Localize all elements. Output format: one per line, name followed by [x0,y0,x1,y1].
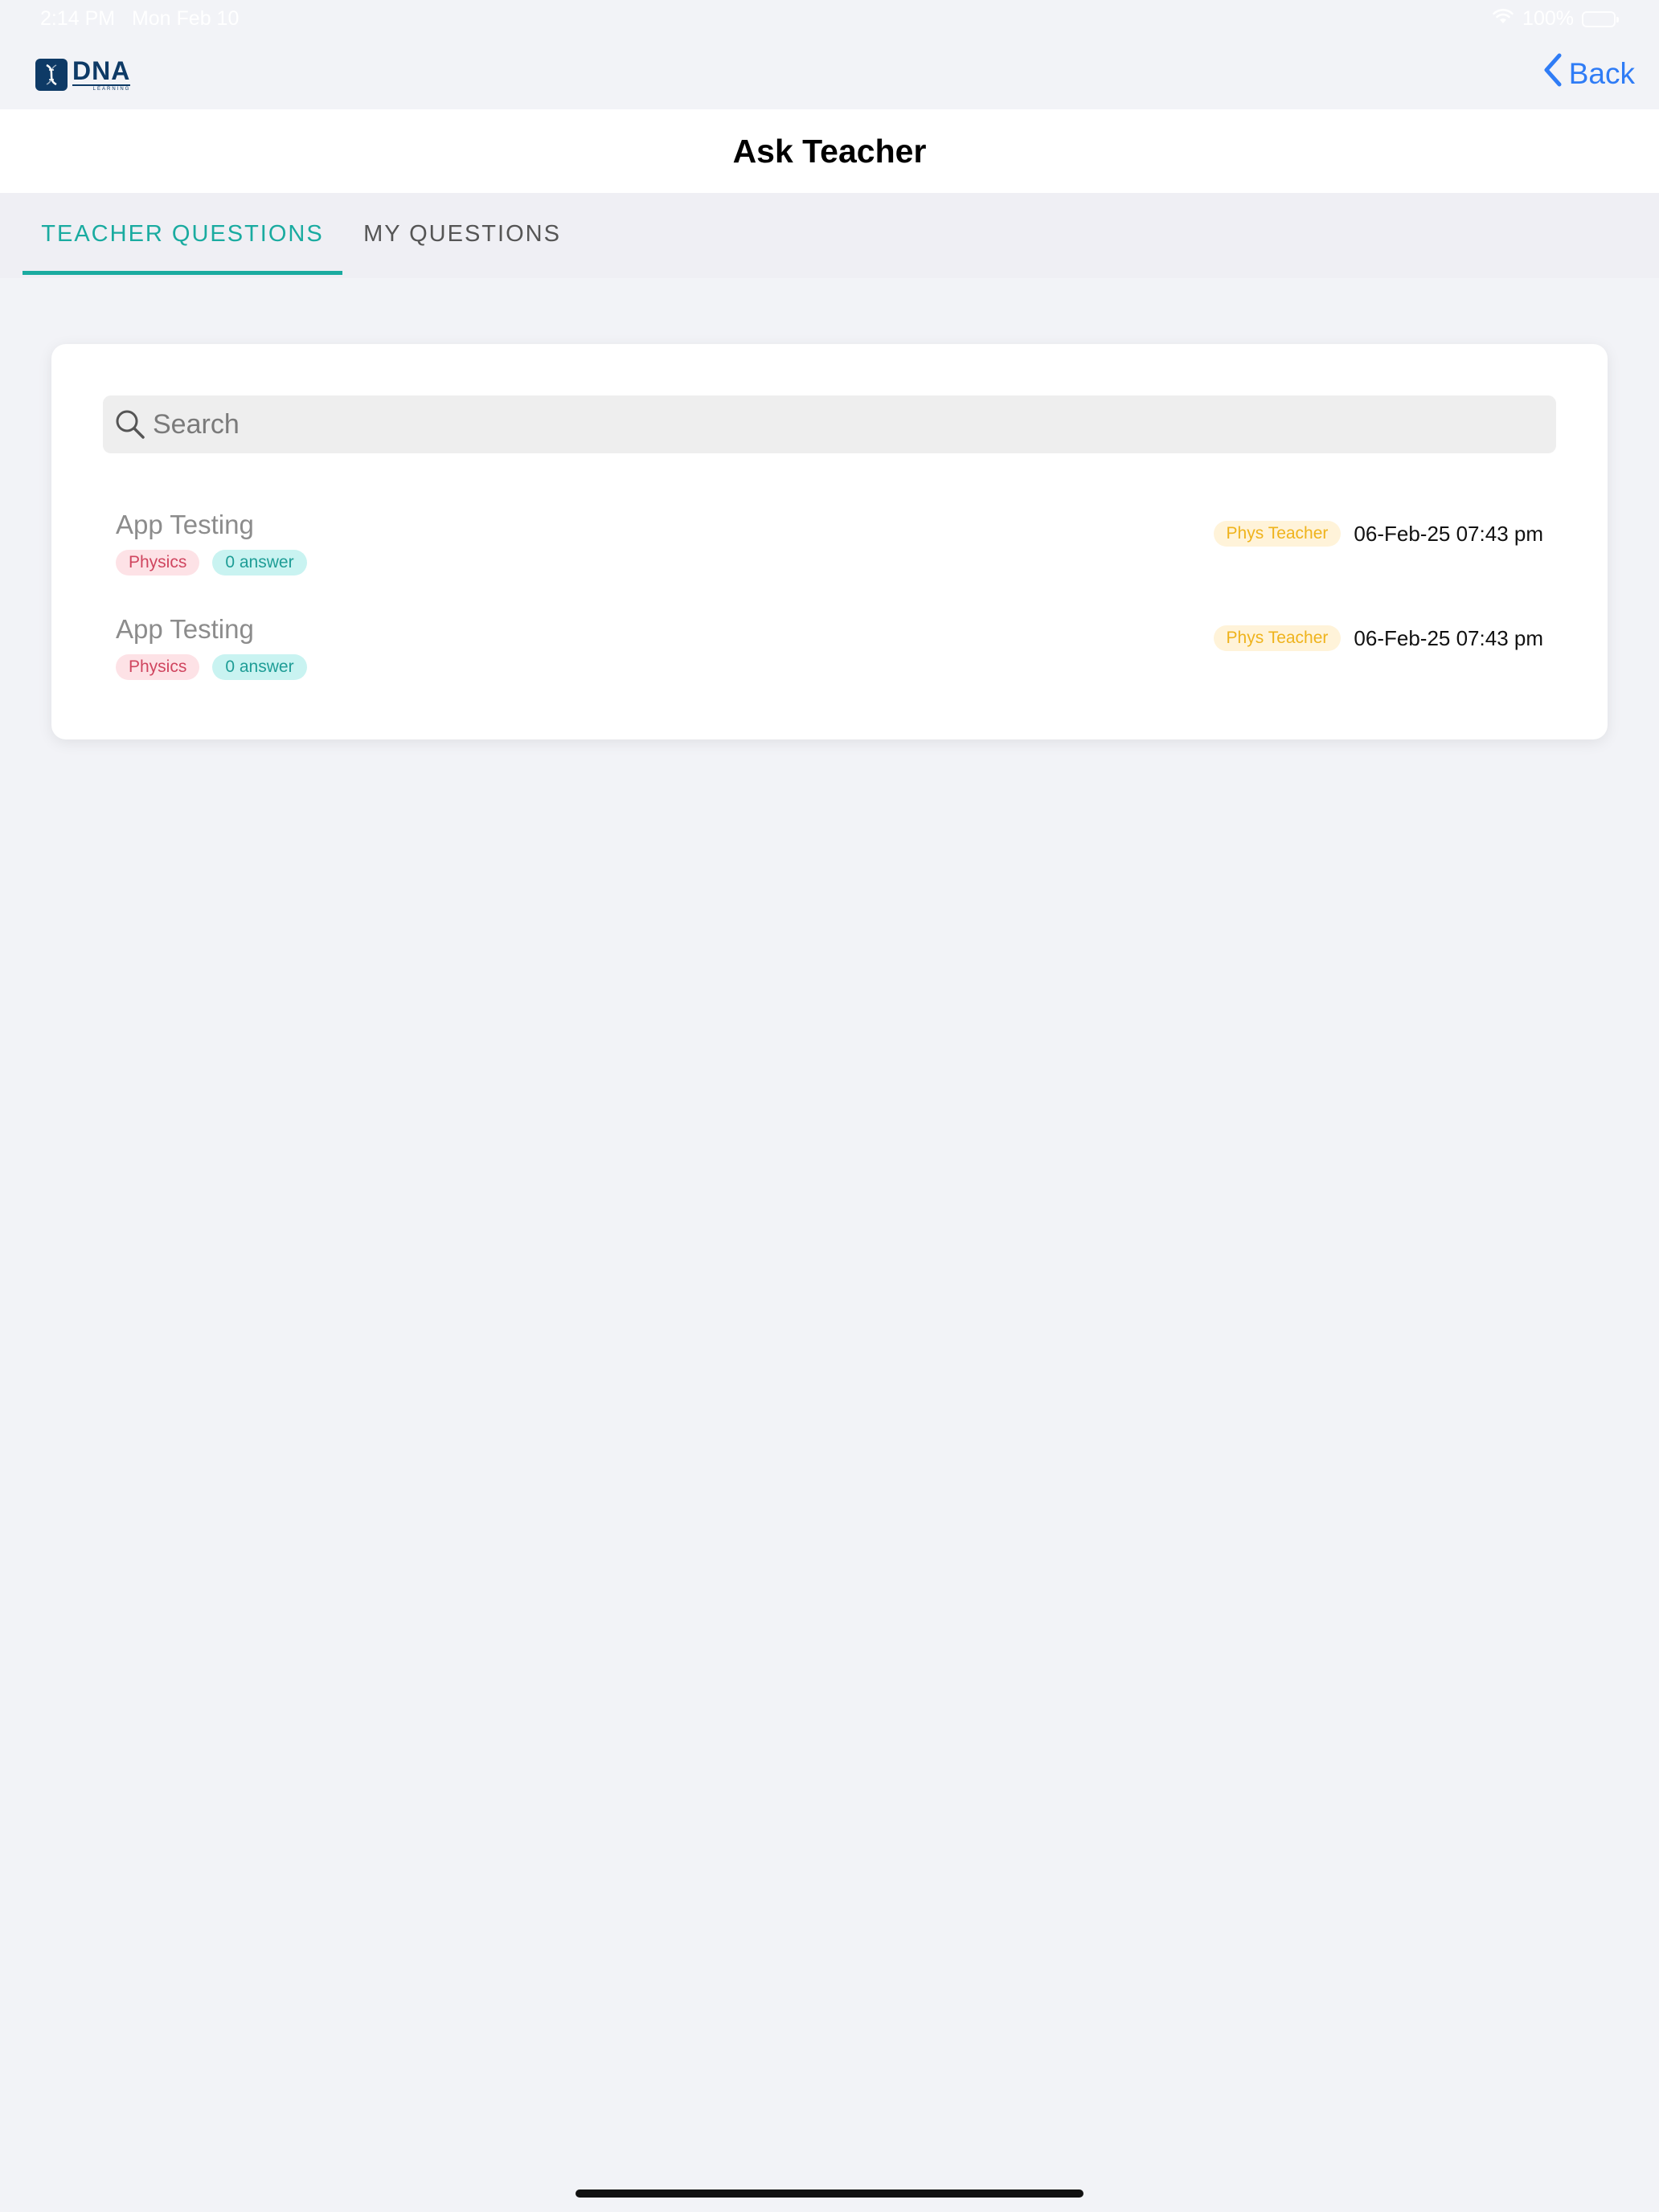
question-meta: Phys Teacher 06-Feb-25 07:43 pm [1213,625,1543,651]
status-left: 2:14 PM Mon Feb 10 [40,7,239,31]
question-row[interactable]: App Testing Physics 0 answer Phys Teache… [116,510,1608,598]
question-title: App Testing [116,614,254,644]
search-bar[interactable] [103,395,1556,453]
back-button[interactable]: Back [1543,53,1635,94]
subject-badge: Physics [116,550,200,576]
back-label: Back [1568,56,1635,90]
status-bar: 2:14 PM Mon Feb 10 100% [0,0,1659,39]
tab-bar: TEACHER QUESTIONS MY QUESTIONS [0,193,1659,278]
logo-subtext: LEARNING [72,84,131,92]
ask-teacher-screen: 2:14 PM Mon Feb 10 100% DNA LEARNING Bac… [0,0,1659,2212]
title-bar: Ask Teacher [0,109,1659,193]
answer-count-badge: 0 answer [212,550,307,576]
search-icon [114,408,146,440]
logo-text: DNA LEARNING [72,56,131,92]
active-tab-indicator [23,271,342,275]
wifi-icon [1492,7,1514,31]
chevron-left-icon [1543,53,1563,94]
question-datetime: 06-Feb-25 07:43 pm [1354,521,1543,546]
search-input[interactable] [151,399,1521,449]
subject-badge: Physics [116,654,200,680]
tab-teacher-questions[interactable]: TEACHER QUESTIONS [23,193,342,275]
status-time: 2:14 PM [40,7,116,30]
status-right: 100% [1492,7,1619,31]
battery-percent: 100% [1522,7,1574,30]
questions-card: App Testing Physics 0 answer Phys Teache… [51,344,1608,739]
question-meta: Phys Teacher 06-Feb-25 07:43 pm [1213,521,1543,547]
status-date: Mon Feb 10 [131,7,240,30]
home-indicator[interactable] [576,2189,1083,2198]
app-logo: DNA LEARNING [35,56,131,92]
page-title: Ask Teacher [732,132,927,170]
battery-icon [1582,10,1619,27]
question-row[interactable]: App Testing Physics 0 answer Phys Teache… [116,614,1608,703]
question-title: App Testing [116,510,254,539]
teacher-badge: Phys Teacher [1213,521,1342,547]
question-tags: Physics 0 answer [116,550,307,576]
nav-bar: DNA LEARNING Back [0,39,1659,109]
answer-count-badge: 0 answer [212,654,307,680]
question-datetime: 06-Feb-25 07:43 pm [1354,625,1543,650]
teacher-badge: Phys Teacher [1213,625,1342,651]
logo-word: DNA [72,56,131,85]
tab-my-questions[interactable]: MY QUESTIONS [342,193,582,275]
question-tags: Physics 0 answer [116,654,307,680]
dna-logo-icon [35,59,68,91]
